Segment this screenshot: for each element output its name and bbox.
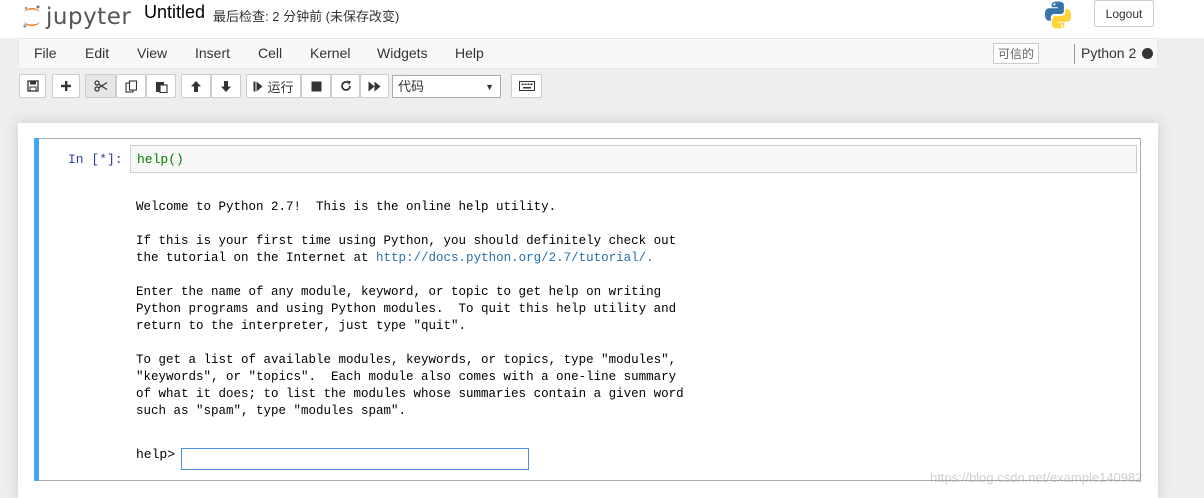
logo-text: jupyter: [46, 4, 132, 30]
output-line: return to the interpreter, just type "qu…: [136, 319, 467, 333]
output-line: such as "spam", type "modules spam".: [136, 404, 407, 418]
watermark: https://blog.csdn.net/example140982: [930, 470, 1143, 485]
command-palette-button[interactable]: [511, 74, 542, 98]
move-down-button[interactable]: [211, 74, 241, 98]
cell-type-value: 代码: [398, 79, 425, 94]
jupyter-logo[interactable]: jupyter: [22, 2, 131, 32]
output-line: "keywords", or "topics". Each module als…: [136, 370, 677, 384]
cell-type-select[interactable]: 代码 ▼: [392, 75, 501, 98]
header: jupyter Untitled 最后检查: 2 分钟前 (未保存改变) Log…: [0, 0, 1204, 38]
code-input[interactable]: help(): [130, 145, 1137, 173]
menu-view[interactable]: View: [137, 45, 167, 61]
cut-button[interactable]: [85, 74, 116, 98]
output-blank: [136, 335, 684, 352]
keyboard-icon: [518, 81, 535, 91]
run-button[interactable]: 运行: [246, 74, 301, 98]
arrow-up-icon: [191, 80, 201, 92]
code-text: help(): [137, 152, 184, 167]
menu-file[interactable]: File: [34, 45, 57, 61]
checkpoint-status: 最后检查: 2 分钟前 (未保存改变): [213, 9, 400, 24]
menu-help[interactable]: Help: [455, 45, 484, 61]
tutorial-link[interactable]: http://docs.python.org/2.7/tutorial/.: [376, 251, 654, 265]
code-cell[interactable]: In [*]: help() Welcome to Python 2.7! Th…: [34, 138, 1141, 481]
output-line: the tutorial on the Internet at http://d…: [136, 250, 684, 267]
stop-icon: [311, 81, 321, 91]
input-prompt: In [*]:: [68, 152, 123, 167]
run-label: 运行: [267, 79, 294, 95]
logout-button[interactable]: Logout: [1094, 0, 1154, 27]
notebook-container: In [*]: help() Welcome to Python 2.7! Th…: [18, 123, 1158, 498]
menubar: File Edit View Insert Cell Kernel Widget…: [18, 38, 1158, 69]
kernel-busy-indicator: [1142, 48, 1153, 59]
refresh-icon: [340, 80, 351, 91]
menu-edit[interactable]: Edit: [85, 45, 109, 61]
arrow-down-icon: [221, 80, 231, 92]
menu-cell[interactable]: Cell: [258, 45, 282, 61]
kernel-name: Python 2: [1081, 45, 1137, 61]
output-line: Enter the name of any module, keyword, o…: [136, 285, 662, 299]
python-logo-icon: [1045, 1, 1071, 29]
save-icon: [26, 80, 39, 92]
restart-run-all-button[interactable]: [360, 74, 389, 98]
menu-widgets[interactable]: Widgets: [377, 45, 428, 61]
output-text: the tutorial on the Internet at: [136, 251, 377, 265]
scissors-icon: [93, 80, 107, 92]
paste-icon: [155, 81, 168, 93]
plus-icon: [61, 81, 71, 91]
menu-insert[interactable]: Insert: [195, 45, 230, 61]
selected-cell-bar: [34, 138, 39, 481]
paste-button[interactable]: [146, 74, 176, 98]
copy-button[interactable]: [116, 74, 146, 98]
output-line: If this is your first time using Python,…: [136, 234, 677, 248]
restart-button[interactable]: [331, 74, 360, 98]
interrupt-button[interactable]: [301, 74, 331, 98]
help-prompt: help>: [136, 447, 176, 462]
output-blank: [136, 216, 684, 233]
output-line: Python programs and using Python modules…: [136, 302, 677, 316]
cell-output: Welcome to Python 2.7! This is the onlin…: [136, 199, 684, 420]
trusted-indicator[interactable]: 可信的: [993, 43, 1039, 64]
kernel-separator: [1074, 44, 1075, 64]
output-blank: [136, 267, 684, 284]
menu-kernel[interactable]: Kernel: [310, 45, 350, 61]
output-line: of what it does; to list the modules who…: [136, 387, 684, 401]
jupyter-logo-icon: [23, 5, 40, 28]
move-up-button[interactable]: [181, 74, 211, 98]
output-line: To get a list of available modules, keyw…: [136, 353, 677, 367]
insert-cell-button[interactable]: [52, 74, 80, 98]
notebook-name[interactable]: Untitled: [144, 2, 205, 23]
output-line: Welcome to Python 2.7! This is the onlin…: [136, 200, 557, 214]
copy-icon: [124, 79, 137, 93]
step-forward-icon: [253, 81, 263, 91]
chevron-down-icon: ▼: [485, 82, 494, 92]
fast-forward-icon: [368, 81, 381, 91]
help-input[interactable]: [181, 448, 529, 470]
save-button[interactable]: [19, 74, 46, 98]
